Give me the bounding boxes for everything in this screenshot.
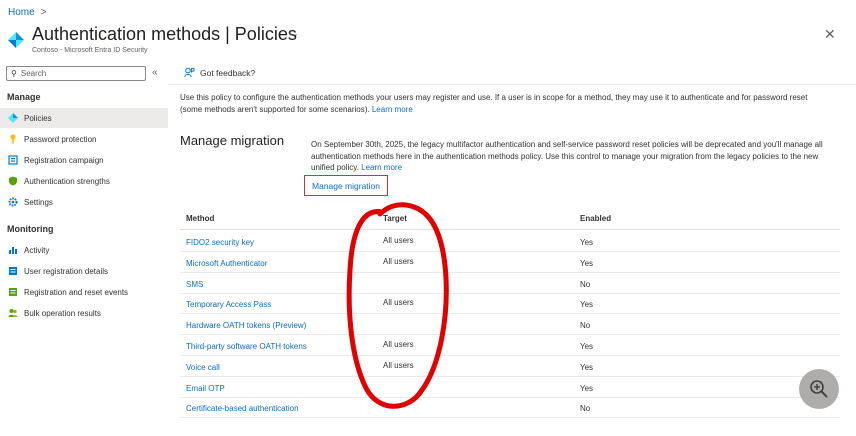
- more-options-button[interactable]: ···: [284, 27, 299, 41]
- feedback-label: Got feedback?: [200, 67, 256, 78]
- enabled-cell: Yes: [580, 383, 594, 393]
- sidebar-item-label: Registration and reset events: [24, 287, 129, 297]
- table-row[interactable]: Temporary Access Pass All users Yes: [180, 293, 840, 315]
- enabled-cell: No: [580, 321, 591, 331]
- sidebar-item-label: Policies: [24, 113, 52, 123]
- migration-description: On September 30th, 2025, the legacy mult…: [311, 139, 836, 174]
- sidebar-item-user-registration-details[interactable]: User registration details: [0, 261, 168, 281]
- sidebar-item-policies[interactable]: Policies: [0, 108, 168, 128]
- zoom-in-icon: [810, 380, 828, 398]
- collapse-sidebar-button[interactable]: «: [152, 67, 158, 78]
- enabled-cell: Yes: [580, 300, 594, 310]
- method-link[interactable]: Hardware OATH tokens (Preview): [186, 321, 306, 330]
- breadcrumb: Home >: [8, 7, 47, 18]
- sidebar-item-label: Password protection: [24, 134, 97, 144]
- sidebar-item-settings[interactable]: Settings: [0, 192, 168, 212]
- learn-more-link[interactable]: Learn more: [372, 105, 413, 114]
- method-link[interactable]: Microsoft Authenticator: [186, 259, 267, 268]
- table-row[interactable]: FIDO2 security key All users Yes: [180, 231, 840, 252]
- table-row[interactable]: Certificate-based authentication No: [180, 397, 840, 419]
- sidebar-item-label: Bulk operation results: [24, 308, 101, 318]
- sidebar-item-label: Activity: [24, 245, 50, 255]
- feedback-icon: [184, 67, 195, 78]
- activity-icon: [8, 245, 18, 255]
- method-link[interactable]: Email OTP: [186, 384, 225, 393]
- enabled-cell: Yes: [580, 362, 594, 372]
- table-header-divider: [180, 229, 840, 230]
- target-cell: All users: [383, 340, 414, 349]
- search-input[interactable]: ⚲ Search: [6, 66, 146, 81]
- diamond-icon: [8, 113, 18, 123]
- sidebar-item-label: Authentication strengths: [24, 176, 110, 186]
- column-header-target[interactable]: Target: [383, 214, 407, 223]
- target-cell: All users: [383, 236, 414, 245]
- method-link[interactable]: Certificate-based authentication: [186, 404, 299, 413]
- search-icon: ⚲: [11, 69, 17, 78]
- key-icon: [8, 134, 18, 144]
- sidebar-item-activity[interactable]: Activity: [0, 240, 168, 260]
- sidebar-item-bulk-operation-results[interactable]: Bulk operation results: [0, 303, 168, 323]
- table-row[interactable]: Hardware OATH tokens (Preview) No: [180, 314, 840, 336]
- target-cell: All users: [383, 360, 414, 370]
- bulk-users-icon: [8, 308, 18, 318]
- breadcrumb-home[interactable]: Home: [8, 7, 35, 18]
- sidebar-item-label: Registration campaign: [24, 155, 104, 165]
- policy-description-text: Use this policy to configure the authent…: [180, 93, 808, 114]
- policy-description: Use this policy to configure the authent…: [180, 92, 830, 116]
- enabled-cell: No: [580, 279, 591, 289]
- section-monitoring: Monitoring: [7, 224, 54, 234]
- table-row[interactable]: Third-party software OATH tokens All user…: [180, 335, 840, 356]
- sidebar-item-label: Settings: [24, 197, 53, 207]
- target-cell: All users: [383, 256, 414, 266]
- gear-icon: [8, 197, 18, 207]
- toolbar-divider: [168, 84, 856, 85]
- enabled-cell: Yes: [580, 238, 594, 247]
- manage-migration-heading: Manage migration: [180, 133, 285, 148]
- method-link[interactable]: Third-party software OATH tokens: [186, 342, 307, 351]
- authentication-methods-icon: [8, 32, 24, 48]
- enabled-cell: Yes: [580, 258, 594, 268]
- table-row[interactable]: Voice call All users Yes: [180, 356, 840, 377]
- feedback-button[interactable]: Got feedback?: [184, 67, 255, 78]
- page-title: Authentication methods | Policies: [32, 24, 297, 44]
- table-row[interactable]: Email OTP Yes: [180, 377, 840, 398]
- method-link[interactable]: Temporary Access Pass: [186, 300, 271, 309]
- method-link[interactable]: Voice call: [186, 363, 220, 372]
- section-manage: Manage: [7, 92, 41, 102]
- enabled-cell: Yes: [580, 342, 594, 351]
- sidebar-item-registration-campaign[interactable]: Registration campaign: [0, 150, 168, 170]
- shield-icon: [8, 176, 18, 186]
- enabled-cell: No: [580, 404, 591, 414]
- table-row[interactable]: SMS No: [180, 273, 840, 294]
- column-header-enabled[interactable]: Enabled: [580, 214, 611, 223]
- events-icon: [8, 287, 18, 297]
- campaign-icon: [8, 155, 18, 165]
- method-link[interactable]: SMS: [186, 280, 203, 289]
- sidebar-item-password-protection[interactable]: Password protection: [0, 129, 168, 149]
- sidebar-item-authentication-strengths[interactable]: Authentication strengths: [0, 171, 168, 191]
- search-placeholder: Search: [20, 69, 47, 78]
- close-button[interactable]: ✕: [824, 26, 836, 43]
- zoom-button[interactable]: [799, 369, 839, 409]
- sidebar-item-label: User registration details: [24, 266, 109, 276]
- table-row[interactable]: Microsoft Authenticator All users Yes: [180, 252, 840, 273]
- target-cell: All users: [383, 298, 414, 308]
- breadcrumb-separator: >: [40, 7, 47, 18]
- page-subtitle: Contoso - Microsoft Entra ID Security: [32, 47, 148, 54]
- manage-migration-button[interactable]: Manage migration: [304, 175, 388, 196]
- method-link[interactable]: FIDO2 security key: [186, 238, 254, 247]
- column-header-method[interactable]: Method: [186, 214, 214, 223]
- user-details-icon: [8, 266, 18, 276]
- migration-learn-more-link[interactable]: Learn more: [361, 163, 402, 172]
- sidebar-item-registration-and-reset-events[interactable]: Registration and reset events: [0, 282, 168, 302]
